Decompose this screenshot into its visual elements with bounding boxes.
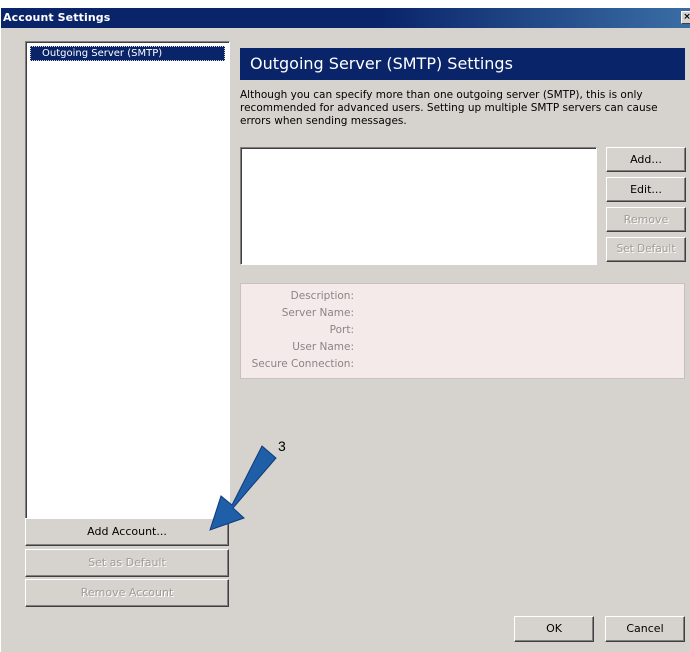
annotation-arrow-overlay: [209, 445, 277, 531]
annotation-number: 3: [278, 438, 286, 454]
annotation-arrow-icon: [209, 445, 277, 531]
